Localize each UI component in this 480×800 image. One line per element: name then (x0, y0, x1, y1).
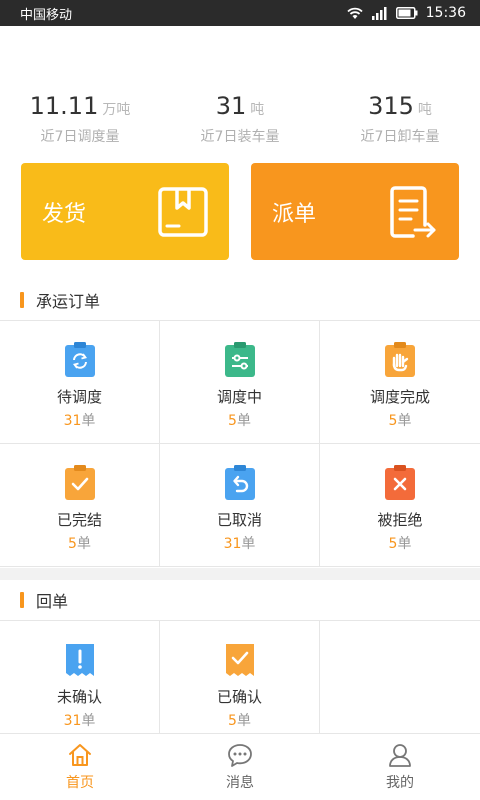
section-divider (0, 568, 480, 580)
nav-label: 我的 (386, 775, 414, 791)
carrier-name: 中国移动 (20, 7, 73, 23)
cell-label: 调度中 (216, 388, 262, 406)
order-finished[interactable]: 已完结 5单 (0, 444, 160, 567)
dispatch-button-label: 派单 (272, 201, 317, 227)
clipboard-undo-icon (224, 465, 256, 501)
cell-label: 未确认 (56, 688, 102, 706)
cell-count: 31单 (64, 410, 96, 430)
document-arrow-icon (387, 185, 439, 239)
orders-section-header: 承运订单 (0, 282, 480, 318)
action-cards: 发货 派单 (21, 163, 459, 260)
cell-label: 已完结 (56, 511, 102, 529)
status-bar: 中国移动 15:36 (0, 0, 480, 26)
count-unit: 单 (76, 536, 91, 552)
cell-count: 5单 (228, 710, 251, 730)
count-unit: 单 (81, 413, 96, 429)
bottom-nav: 首页 消息 我的 (0, 733, 480, 800)
stat-dispatch-volume: 11.11 万吨 近7日调度量 (0, 92, 160, 146)
stat-value: 315 (368, 92, 414, 120)
stat-unit: 吨 (250, 102, 265, 118)
stat-value: 31 (215, 92, 247, 120)
stat-loading-volume: 31 吨 近7日装车量 (160, 92, 320, 146)
chat-bubble-icon (227, 742, 253, 772)
count-unit: 单 (241, 536, 256, 552)
count-unit: 单 (81, 713, 96, 729)
cell-count: 5单 (389, 410, 412, 430)
count-number: 5 (228, 713, 237, 729)
stat-unit: 万吨 (102, 102, 131, 118)
receipt-unconfirmed[interactable]: 未确认 31单 (0, 621, 160, 744)
stat-label: 近7日调度量 (40, 129, 120, 145)
cell-label: 已取消 (216, 511, 262, 529)
count-number: 5 (228, 413, 237, 429)
count-number: 5 (68, 536, 77, 552)
nav-label: 首页 (66, 775, 94, 791)
section-accent-bar (20, 292, 24, 308)
wifi-icon (346, 6, 364, 20)
cell-count: 31单 (64, 710, 96, 730)
section-title: 承运订单 (36, 292, 101, 311)
nav-home[interactable]: 首页 (0, 734, 160, 800)
home-icon (67, 742, 93, 772)
receipt-confirmed[interactable]: 已确认 5单 (160, 621, 320, 744)
section-accent-bar (20, 592, 24, 608)
dispatch-button[interactable]: 派单 (251, 163, 459, 260)
count-number: 31 (63, 713, 82, 729)
nav-label: 消息 (226, 775, 254, 791)
receipt-grid: 未确认 31单 已确认 5单 (0, 620, 480, 744)
orders-grid: 待调度 31单 调度中 5单 调度完成 5单 已完结 5单 已取消 31单 被拒… (0, 320, 480, 567)
stat-label: 近7日装车量 (200, 129, 280, 145)
order-dispatching[interactable]: 调度中 5单 (160, 321, 320, 444)
stat-label: 近7日卸车量 (360, 129, 440, 145)
count-number: 31 (223, 536, 242, 552)
battery-icon (395, 7, 418, 19)
clipboard-hand-icon (384, 342, 416, 378)
cell-label: 调度完成 (369, 388, 430, 406)
receipt-exclamation-icon (64, 642, 96, 678)
status-indicators: 15:36 (346, 5, 466, 21)
order-pending-dispatch[interactable]: 待调度 31单 (0, 321, 160, 444)
count-unit: 单 (236, 713, 251, 729)
clipboard-sliders-icon (224, 342, 256, 378)
nav-profile[interactable]: 我的 (320, 734, 480, 800)
cell-label: 已确认 (216, 688, 262, 706)
ship-button-label: 发货 (42, 201, 87, 227)
cell-count: 5单 (228, 410, 251, 430)
cell-count: 5单 (389, 533, 412, 553)
receipt-check-icon (224, 642, 256, 678)
count-unit: 单 (397, 413, 412, 429)
cell-label: 被拒绝 (377, 511, 423, 529)
count-unit: 单 (236, 413, 251, 429)
count-unit: 单 (397, 536, 412, 552)
box-icon (157, 186, 209, 238)
ship-button[interactable]: 发货 (21, 163, 229, 260)
clipboard-refresh-icon (64, 342, 96, 378)
stats-summary: 11.11 万吨 近7日调度量 31 吨 近7日装车量 315 吨 近7日卸车量 (0, 92, 480, 146)
user-icon (387, 742, 413, 772)
clock-time: 15:36 (425, 5, 466, 21)
cell-label: 待调度 (56, 388, 102, 406)
order-rejected[interactable]: 被拒绝 5单 (320, 444, 480, 567)
signal-icon (371, 6, 388, 20)
stat-value: 11.11 (29, 92, 99, 120)
stat-unit: 吨 (417, 102, 432, 118)
cell-count: 5单 (68, 533, 91, 553)
order-dispatch-complete[interactable]: 调度完成 5单 (320, 321, 480, 444)
nav-messages[interactable]: 消息 (160, 734, 320, 800)
cell-count: 31单 (224, 533, 256, 553)
order-cancelled[interactable]: 已取消 31单 (160, 444, 320, 567)
count-number: 31 (63, 413, 82, 429)
stat-unloading-volume: 315 吨 近7日卸车量 (320, 92, 480, 146)
section-title: 回单 (36, 592, 69, 611)
clipboard-x-icon (384, 465, 416, 501)
clipboard-check-icon (64, 465, 96, 501)
receipt-section-header: 回单 (0, 582, 480, 618)
receipt-empty-cell (320, 621, 480, 744)
